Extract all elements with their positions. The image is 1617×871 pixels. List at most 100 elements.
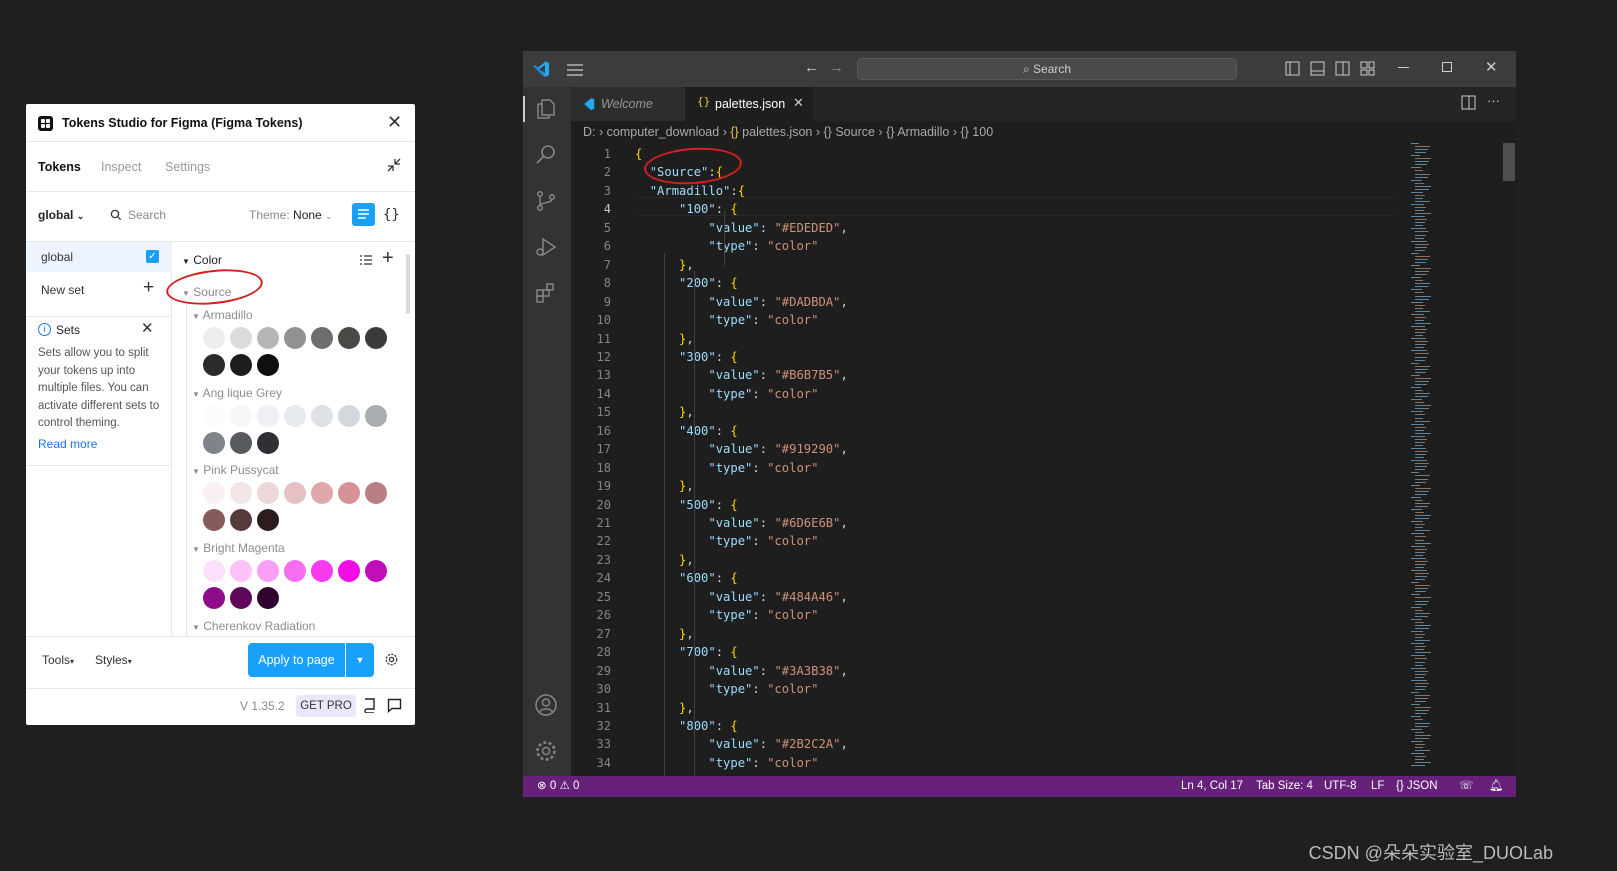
color-swatch[interactable]	[257, 432, 279, 454]
color-swatch[interactable]	[311, 482, 333, 504]
color-swatch[interactable]	[230, 432, 252, 454]
color-swatch[interactable]	[257, 354, 279, 376]
minimize-icon[interactable]	[1398, 67, 1409, 68]
apply-to-page-button[interactable]: Apply to page	[248, 643, 345, 677]
breadcrumb-item[interactable]: palettes.json	[742, 125, 812, 139]
split-editor-icon[interactable]	[1461, 95, 1476, 115]
new-set-label[interactable]: New set	[41, 283, 84, 297]
search-view-icon[interactable]	[534, 143, 558, 172]
extensions-icon[interactable]	[534, 281, 558, 310]
color-swatch[interactable]	[257, 587, 279, 609]
encoding[interactable]: UTF-8	[1324, 776, 1357, 797]
more-actions-icon[interactable]: ···	[1487, 93, 1500, 108]
color-swatch[interactable]	[230, 405, 252, 427]
tab-settings[interactable]: Settings	[165, 160, 210, 174]
color-swatch[interactable]	[338, 405, 360, 427]
close-window-icon[interactable]: ✕	[1485, 58, 1498, 76]
color-swatch[interactable]	[257, 509, 279, 531]
color-swatch[interactable]	[284, 482, 306, 504]
color-swatch[interactable]	[284, 327, 306, 349]
color-swatch[interactable]	[365, 405, 387, 427]
close-icon[interactable]: ✕	[387, 113, 402, 131]
read-more-link[interactable]: Read more	[38, 437, 97, 451]
color-swatch[interactable]	[311, 405, 333, 427]
color-swatch[interactable]	[284, 405, 306, 427]
token-group-pink-pussycat[interactable]: ▼ Pink Pussycat	[192, 463, 279, 477]
customize-layout-icon[interactable]	[1360, 61, 1375, 81]
color-swatch[interactable]	[230, 560, 252, 582]
token-group-angelique-grey[interactable]: ▼ Ang lique Grey	[192, 386, 282, 400]
command-center-search[interactable]: ⌕ Search	[857, 58, 1237, 80]
add-set-icon[interactable]: +	[143, 277, 154, 299]
color-swatch[interactable]	[365, 482, 387, 504]
code-editor[interactable]: 1{2 "Source":{3 "Armadillo":{4 "100": {5…	[571, 141, 1401, 797]
list-view-button[interactable]	[352, 203, 375, 226]
breadcrumb-item[interactable]: Source	[835, 125, 875, 139]
language-mode[interactable]: {} JSON	[1396, 776, 1438, 797]
close-tab-icon[interactable]: ✕	[793, 95, 804, 111]
set-selector[interactable]: global ⌄	[38, 208, 84, 222]
color-swatch[interactable]	[203, 587, 225, 609]
color-swatch[interactable]	[203, 405, 225, 427]
notifications-icon[interactable]: 🔔︎	[1489, 776, 1504, 797]
explorer-icon[interactable]	[534, 97, 558, 126]
theme-selector[interactable]: Theme: None ⌄	[249, 208, 333, 222]
feedback-icon[interactable]: ☏	[1459, 776, 1473, 797]
forward-arrow-icon[interactable]: →	[829, 59, 844, 76]
color-swatch[interactable]	[338, 327, 360, 349]
token-group-armadillo[interactable]: ▼ Armadillo	[192, 308, 253, 322]
color-swatch[interactable]	[365, 560, 387, 582]
color-swatch[interactable]	[230, 327, 252, 349]
token-group-bright-magenta[interactable]: ▼ Bright Magenta	[192, 541, 285, 555]
color-swatch[interactable]	[257, 560, 279, 582]
manage-gear-icon[interactable]	[534, 739, 558, 768]
end-of-line[interactable]: LF	[1371, 776, 1384, 797]
apply-options-dropdown[interactable]: ▼	[346, 643, 374, 677]
add-token-icon[interactable]: +	[382, 247, 394, 270]
accounts-icon[interactable]	[534, 693, 558, 722]
scrollbar[interactable]	[406, 254, 410, 314]
get-pro-button[interactable]: GET PRO	[296, 695, 356, 717]
toggle-secondary-sidebar-icon[interactable]	[1335, 61, 1350, 81]
search-input[interactable]: Search	[128, 208, 166, 222]
tab-size[interactable]: Tab Size: 4	[1256, 776, 1313, 797]
color-swatch[interactable]	[230, 482, 252, 504]
tree-node-color[interactable]: ▼ Color	[182, 253, 222, 267]
json-view-icon[interactable]: {}	[383, 207, 400, 223]
color-swatch[interactable]	[311, 560, 333, 582]
color-swatch[interactable]	[203, 560, 225, 582]
color-swatch[interactable]	[311, 327, 333, 349]
collapse-icon[interactable]	[385, 156, 403, 174]
color-swatch[interactable]	[203, 354, 225, 376]
source-control-icon[interactable]	[534, 189, 558, 218]
color-swatch[interactable]	[338, 560, 360, 582]
color-swatch[interactable]	[284, 560, 306, 582]
color-swatch[interactable]	[338, 482, 360, 504]
color-swatch[interactable]	[257, 327, 279, 349]
docs-icon[interactable]	[363, 698, 376, 716]
tab-tokens[interactable]: Tokens	[38, 160, 81, 174]
tab-inspect[interactable]: Inspect	[101, 160, 141, 174]
minimap[interactable]	[1403, 143, 1439, 773]
toggle-sidebar-icon[interactable]	[1285, 61, 1300, 81]
color-swatch[interactable]	[203, 432, 225, 454]
maximize-icon[interactable]	[1442, 62, 1452, 72]
gear-icon[interactable]	[384, 652, 399, 670]
feedback-icon[interactable]	[387, 698, 402, 716]
breadcrumb-item[interactable]: D:	[583, 125, 596, 139]
problems-indicator[interactable]: ⊗ 0 ⚠ 0	[537, 776, 579, 797]
back-arrow-icon[interactable]: ←	[804, 59, 819, 76]
breadcrumb-item[interactable]: 100	[972, 125, 993, 139]
menu-icon[interactable]	[567, 63, 583, 81]
styles-menu[interactable]: Styles▾	[95, 653, 132, 667]
color-swatch[interactable]	[203, 327, 225, 349]
color-swatch[interactable]	[230, 587, 252, 609]
editor-scrollbar[interactable]	[1503, 143, 1515, 181]
color-swatch[interactable]	[230, 509, 252, 531]
tools-menu[interactable]: Tools▾	[42, 653, 74, 667]
toggle-panel-icon[interactable]	[1310, 61, 1325, 81]
color-swatch[interactable]	[230, 354, 252, 376]
color-swatch[interactable]	[203, 509, 225, 531]
list-mode-icon[interactable]	[359, 253, 373, 270]
breadcrumb-item[interactable]: computer_download	[607, 125, 720, 139]
